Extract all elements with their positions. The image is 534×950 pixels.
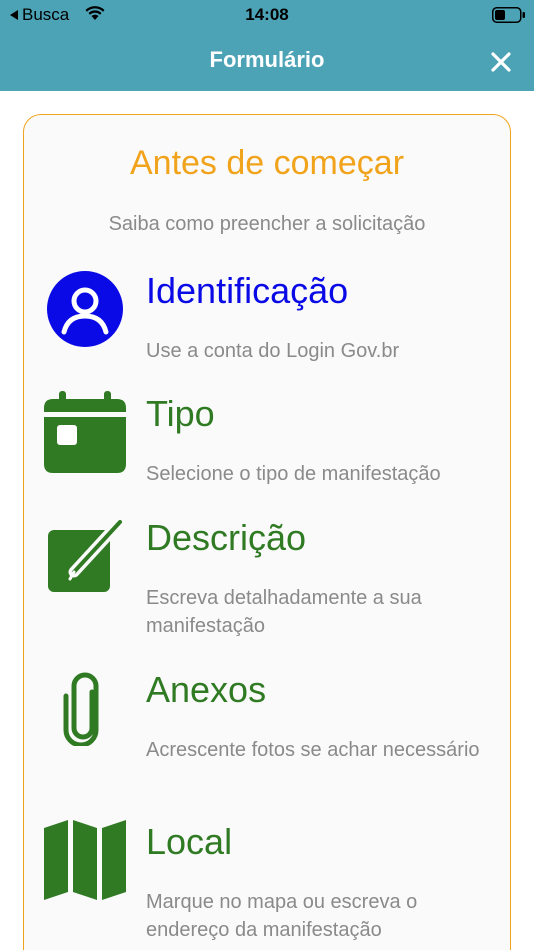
- card-subtitle: Saiba como preencher a solicitação: [108, 213, 426, 235]
- paperclip-icon: [63, 672, 99, 746]
- app-header: Busca 14:08 Formulário: [0, 0, 534, 91]
- step-description: Marque no mapa ou escreva o endereço da …: [146, 891, 418, 941]
- status-bar: Busca 14:08: [0, 0, 534, 30]
- page-title: Formulário: [209, 47, 325, 72]
- step-title: Tipo: [146, 393, 215, 434]
- map-icon: [44, 820, 126, 900]
- battery-icon: [492, 7, 525, 23]
- step-title: Local: [146, 821, 233, 862]
- user-circle-icon: [47, 271, 123, 347]
- card-title: Antes de começar: [129, 144, 405, 182]
- step-description: Selecione o tipo de manifestação: [146, 463, 441, 485]
- step-description: Use a conta do Login Gov.br: [146, 340, 400, 362]
- status-time: 14:08: [245, 5, 289, 24]
- step-title: Descrição: [146, 517, 307, 558]
- close-icon[interactable]: [487, 48, 515, 76]
- step-title: Anexos: [146, 669, 267, 710]
- step-title: Identificação: [146, 270, 349, 311]
- step-description: Escreva detalhadamente a sua manifestaçã…: [146, 587, 422, 637]
- calendar-icon: [44, 391, 126, 473]
- step-description: Acrescente fotos se achar necessário: [146, 739, 480, 761]
- edit-note-icon: [48, 518, 126, 592]
